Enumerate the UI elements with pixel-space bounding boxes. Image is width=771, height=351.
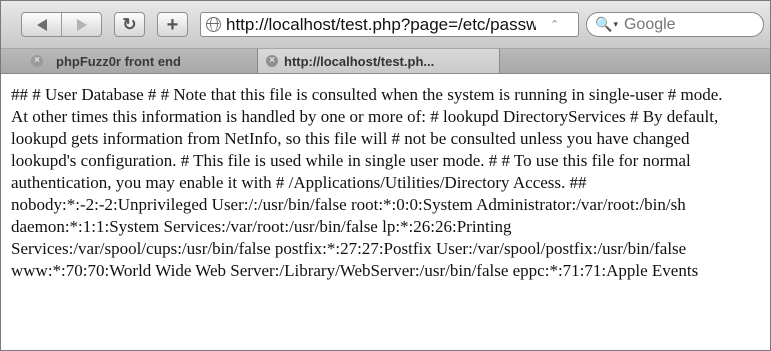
tab-label: http://localhost/test.ph... (284, 53, 435, 69)
globe-icon (206, 17, 221, 32)
reload-icon: ↻ (122, 14, 137, 34)
back-button[interactable] (22, 13, 61, 36)
plus-icon: + (166, 13, 179, 36)
search-field[interactable]: 🔍 ▾ (586, 12, 764, 37)
tab-phpfuzz0r[interactable]: × phpFuzz0r front end (1, 49, 256, 73)
search-input[interactable] (623, 15, 744, 34)
page-content: ## # User Database # # Note that this fi… (1, 74, 770, 350)
close-icon[interactable]: × (266, 55, 278, 67)
forward-arrow-icon (76, 18, 87, 31)
search-icon[interactable]: 🔍 (595, 16, 612, 33)
tab-localhost[interactable]: × http://localhost/test.ph... (257, 49, 500, 73)
browser-window: ↻ + ⌃ 🔍 ▾ × phpFuzz0r front end × http:/… (0, 0, 771, 351)
tab-bar: × phpFuzz0r front end × http://localhost… (1, 49, 770, 74)
add-bookmark-button[interactable]: + (157, 12, 188, 37)
chevron-up-icon[interactable]: ⌃ (550, 18, 559, 31)
passwd-file-text: ## # User Database # # Note that this fi… (11, 85, 723, 280)
nav-buttons (21, 12, 102, 37)
back-arrow-icon (36, 18, 47, 31)
chevron-down-icon[interactable]: ▾ (613, 19, 618, 30)
address-bar[interactable]: ⌃ (200, 12, 579, 37)
tab-label: phpFuzz0r front end (56, 53, 181, 69)
forward-button[interactable] (61, 13, 101, 36)
url-input[interactable] (226, 14, 536, 35)
toolbar: ↻ + ⌃ 🔍 ▾ (1, 1, 770, 49)
reload-button[interactable]: ↻ (114, 12, 145, 37)
close-icon[interactable]: × (31, 55, 43, 67)
